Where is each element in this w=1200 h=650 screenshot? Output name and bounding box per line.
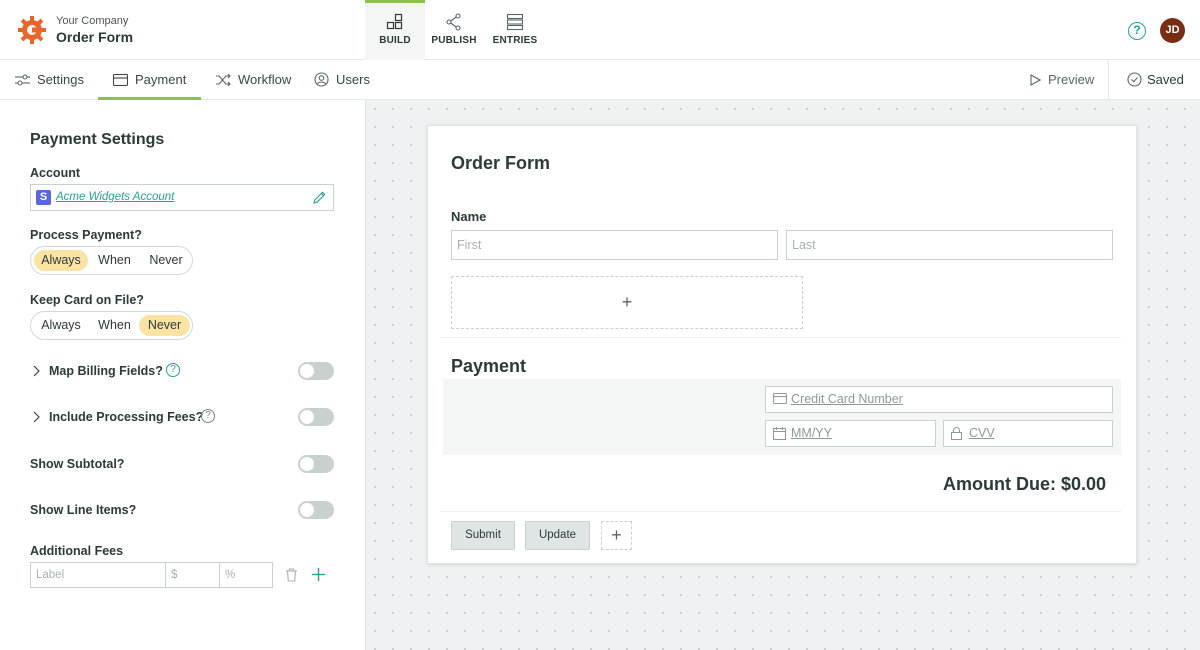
lock-icon [951,427,962,440]
processing-fees-label: Include Processing Fees? [49,410,204,424]
card-icon [112,73,129,86]
show-line-items-toggle[interactable] [298,501,334,519]
map-billing-row: Map Billing Fields? ? [30,362,334,382]
saved-status: Saved [1127,60,1184,100]
show-line-items-row: Show Line Items? [30,501,334,521]
map-billing-toggle[interactable] [298,362,334,380]
fee-dollar-input[interactable]: $ [165,562,220,588]
panel-title: Payment Settings [30,131,165,148]
sliders-icon [15,74,30,86]
mode-tab-label: ENTRIES [492,35,538,46]
sub-navigation: Settings Payment Workflow Users Preview [0,60,1200,100]
play-icon [1030,73,1042,86]
mode-tab-build[interactable]: BUILD [365,0,425,60]
tab-settings-label: Settings [37,72,84,87]
additional-fees-label: Additional Fees [30,544,124,558]
stripe-icon: S [36,190,51,205]
preview-label: Preview [1048,72,1095,87]
tab-users-label: Users [336,72,370,87]
keep-card-label: Keep Card on File? [30,293,144,307]
divider [441,511,1121,512]
map-billing-label: Map Billing Fields? [49,364,163,378]
mode-tab-label: BUILD [379,35,411,46]
mode-tab-label: PUBLISH [431,35,477,46]
saved-label: Saved [1147,72,1184,87]
add-button[interactable]: + [601,521,632,550]
mode-tab-publish[interactable]: PUBLISH [424,0,484,60]
card-icon [773,393,787,404]
mode-tab-entries[interactable]: ENTRIES [485,0,545,60]
pencil-icon[interactable] [312,190,327,205]
keep-option-always[interactable]: Always [34,315,88,336]
company-logo-icon [18,16,46,44]
avatar[interactable]: JD [1160,18,1185,43]
calendar-icon [773,427,786,440]
expiry-input[interactable]: MM/YY [765,420,936,447]
update-button[interactable]: Update [525,521,590,550]
preview-button[interactable]: Preview [1029,60,1094,100]
account-link[interactable]: Acme Widgets Account [56,191,174,203]
credit-card-placeholder: Credit Card Number [791,392,903,406]
tab-workflow-label: Workflow [238,72,292,87]
payment-heading: Payment [451,356,527,376]
blocks-icon [386,13,403,30]
help-icon[interactable]: ? [166,363,180,377]
tab-payment[interactable]: Payment [98,60,201,100]
form-canvas: Order Form Name First Last + Payment Cre… [366,100,1200,650]
process-option-always[interactable]: Always [34,250,88,271]
processing-fees-row: Include Processing Fees? ? [30,408,334,428]
shuffle-icon [216,73,231,86]
form-preview-card: Order Form Name First Last + Payment Cre… [427,125,1137,564]
tab-settings[interactable]: Settings [15,60,84,100]
tab-payment-label: Payment [135,72,187,87]
cvv-input[interactable]: CVV [943,420,1113,447]
process-payment-selector: Always When Never [30,246,193,275]
credit-card-input[interactable]: Credit Card Number [765,386,1113,413]
help-icon[interactable]: ? [1128,22,1146,40]
amount-due: Amount Due: $0.00 [942,474,1106,494]
fee-label-input[interactable]: Label [30,562,166,588]
payment-fields: Credit Card Number MM/YY CVV [443,379,1121,455]
trash-icon[interactable] [285,568,298,582]
show-subtotal-toggle[interactable] [298,455,334,473]
show-subtotal-label: Show Subtotal? [30,457,125,471]
keep-option-when[interactable]: When [91,315,138,336]
chevron-right-icon[interactable] [32,411,40,423]
check-circle-icon [1127,72,1142,87]
show-subtotal-row: Show Subtotal? [30,455,334,475]
form-name: Order Form [56,29,134,45]
name-label: Name [451,209,487,224]
payment-settings-panel: Payment Settings Account S Acme Widgets … [0,100,366,650]
process-option-when[interactable]: When [91,250,138,271]
user-icon [314,72,329,87]
help-icon[interactable]: ? [201,409,215,423]
tab-users[interactable]: Users [314,60,370,100]
show-line-items-label: Show Line Items? [30,503,137,517]
expiry-placeholder: MM/YY [791,426,832,440]
divider [441,337,1121,338]
keep-option-never[interactable]: Never [139,315,190,336]
account-field[interactable]: S Acme Widgets Account [30,184,334,211]
list-icon [506,13,524,31]
chevron-right-icon[interactable] [32,365,40,377]
add-field-dropzone[interactable]: + [451,276,803,329]
keep-card-selector: Always When Never [30,311,193,340]
last-name-input[interactable]: Last [786,230,1113,260]
form-title: Order Form [451,153,551,173]
app-header: Your Company Order Form BUILD PUBLISH EN… [0,0,1200,60]
divider [1108,60,1109,100]
process-payment-label: Process Payment? [30,228,142,242]
first-name-input[interactable]: First [451,230,778,260]
plus-icon[interactable] [311,567,326,582]
company-name: Your Company [56,15,129,27]
process-option-never[interactable]: Never [141,250,191,271]
share-icon [446,13,461,31]
account-label: Account [30,166,80,180]
fee-percent-input[interactable]: % [219,562,273,588]
tab-workflow[interactable]: Workflow [216,60,291,100]
cvv-placeholder: CVV [969,426,995,440]
submit-button[interactable]: Submit [451,521,515,550]
processing-fees-toggle[interactable] [298,408,334,426]
